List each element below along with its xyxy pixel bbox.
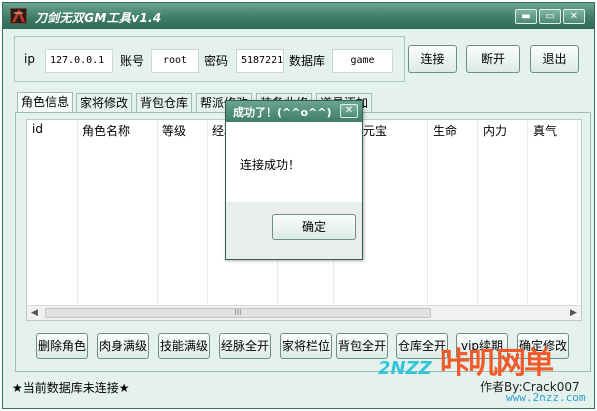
scroll-thumb[interactable]: III	[45, 308, 431, 318]
success-dialog: 成功了！(^^o^^) ✕ 连接成功！ 确定	[225, 100, 363, 260]
scroll-left-icon[interactable]: ◀	[27, 306, 42, 320]
minimize-button[interactable]: ▬	[515, 9, 537, 24]
column-header-level[interactable]: 等级	[162, 122, 186, 139]
database-input[interactable]: game	[332, 49, 393, 73]
body-max-level-button[interactable]: 肉身满级	[97, 333, 149, 359]
maximize-button[interactable]: ▭	[539, 9, 561, 24]
column-divider	[207, 120, 208, 304]
close-button[interactable]: ✕	[563, 9, 585, 24]
disconnect-button[interactable]: 断开	[466, 45, 520, 73]
dialog-body: 连接成功！	[226, 122, 362, 202]
ip-label: ip	[24, 52, 35, 66]
column-divider	[157, 120, 158, 304]
tab-role-info[interactable]: 角色信息	[17, 92, 74, 113]
tab-bag-storage[interactable]: 背包仓库	[136, 93, 193, 113]
dialog-footer: 确定	[226, 202, 362, 259]
watermark-cn: 咔叽网单	[440, 346, 554, 381]
dialog-message: 连接成功！	[240, 158, 301, 172]
ip-input[interactable]: 127.0.0.1	[45, 49, 113, 73]
sword-logo-icon	[10, 8, 27, 24]
column-divider	[477, 120, 478, 304]
database-label: 数据库	[289, 54, 326, 68]
password-input[interactable]: 5187221	[236, 49, 284, 73]
horizontal-scrollbar[interactable]: ◀ III ▶	[27, 305, 581, 320]
column-header-hp[interactable]: 生命	[433, 122, 457, 139]
watermark-logo: 2NZZ 咔叽网单 www.2nzz.com	[376, 334, 597, 411]
retainer-slot-button[interactable]: 家将栏位	[280, 333, 332, 359]
dialog-ok-button[interactable]: 确定	[272, 214, 356, 240]
meridian-unlock-button[interactable]: 经脉全开	[219, 333, 271, 359]
column-divider	[527, 120, 528, 304]
column-header-id[interactable]: id	[32, 122, 43, 136]
status-text: ★当前数据库未连接★	[12, 381, 130, 395]
column-divider	[577, 120, 578, 304]
tab-retainer-edit[interactable]: 家将修改	[76, 93, 133, 113]
account-input[interactable]: root	[151, 49, 199, 73]
connection-group: ip 127.0.0.1 账号 root 密码 5187221 数据库 game	[14, 36, 405, 82]
dialog-title-bar[interactable]: 成功了！(^^o^^) ✕	[226, 101, 362, 122]
delete-role-button[interactable]: 删除角色	[36, 333, 88, 359]
watermark-url: www.2nzz.com	[506, 391, 586, 404]
skill-max-level-button[interactable]: 技能满级	[158, 333, 210, 359]
title-bar[interactable]: 刀剑无双GM工具v1.4 ▬ ▭ ✕	[3, 3, 594, 29]
password-label: 密码	[204, 54, 229, 68]
column-divider	[427, 120, 428, 304]
column-divider	[77, 120, 78, 304]
connect-button[interactable]: 连接	[408, 45, 457, 73]
column-header-qi[interactable]: 真气	[533, 122, 557, 139]
column-header-name[interactable]: 角色名称	[82, 122, 130, 139]
column-header-mp[interactable]: 内力	[483, 122, 507, 139]
scroll-right-icon[interactable]: ▶	[566, 306, 581, 320]
dialog-title: 成功了！(^^o^^)	[233, 106, 332, 119]
exit-button[interactable]: 退出	[530, 45, 579, 73]
watermark-brand: 2NZZ	[378, 358, 432, 379]
account-label: 账号	[120, 54, 145, 68]
window-title: 刀剑无双GM工具v1.4	[35, 11, 162, 25]
dialog-close-button[interactable]: ✕	[340, 104, 358, 118]
